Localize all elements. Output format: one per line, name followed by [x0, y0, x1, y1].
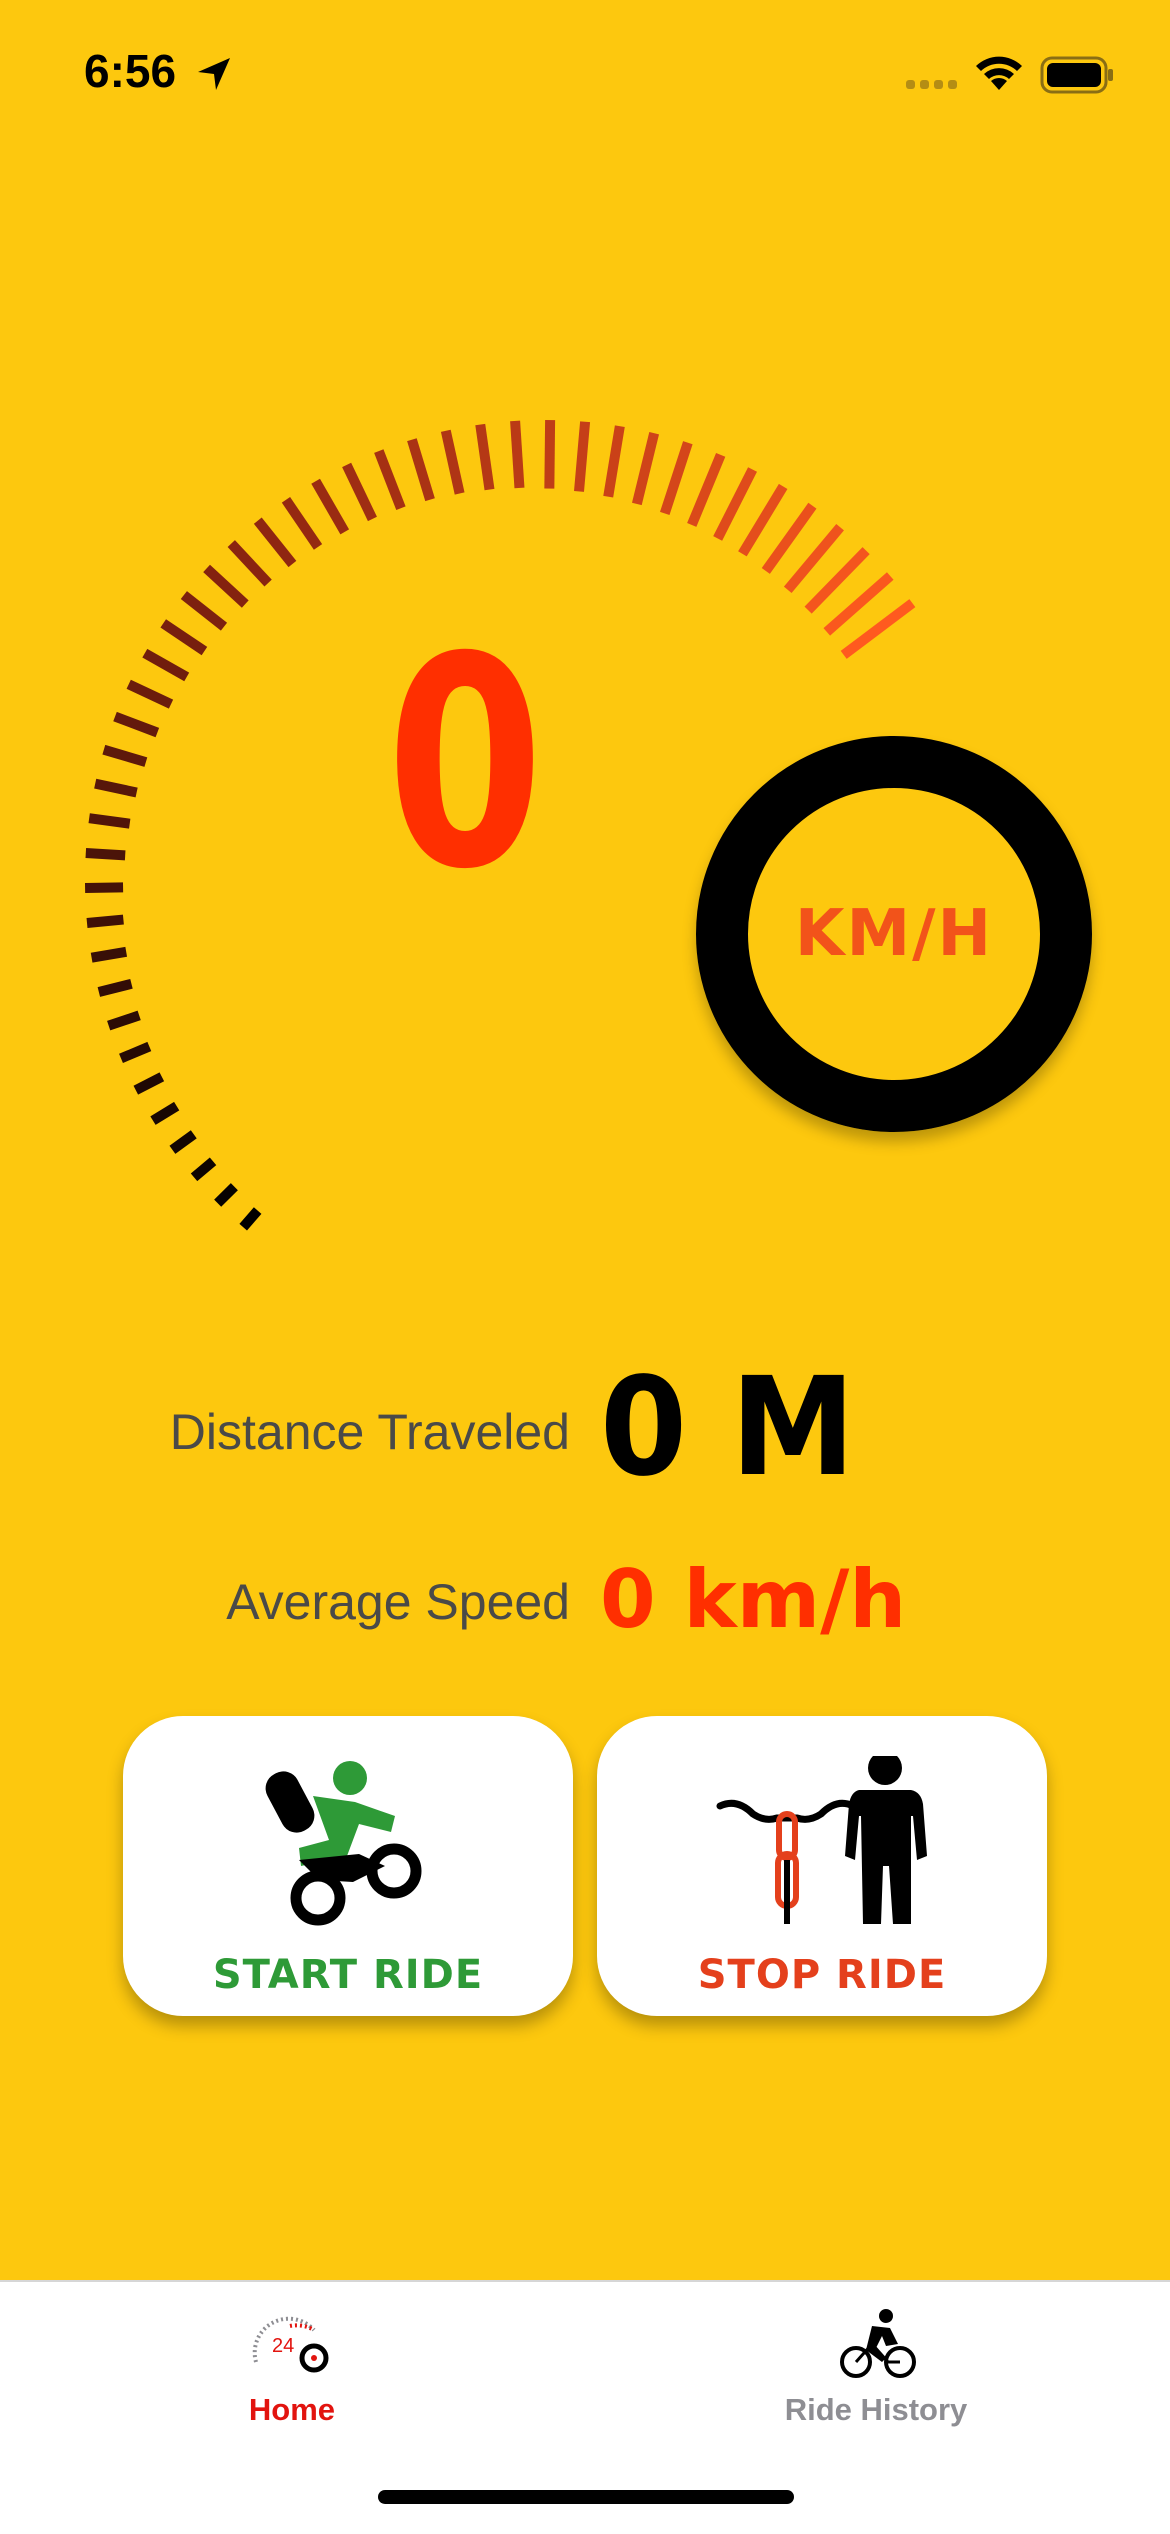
speedometer-tick — [713, 467, 757, 541]
speedometer: 0 KM/H — [0, 0, 1170, 1300]
motorcycle-rider-icon — [265, 1761, 422, 1926]
speedometer-tick — [227, 540, 272, 587]
speedometer-tick — [253, 517, 297, 568]
speedometer-tick — [180, 591, 228, 631]
speedometer-tick — [86, 914, 124, 928]
average-speed-value: 0 km/h — [600, 1553, 907, 1646]
speedometer-tick — [659, 441, 693, 515]
speedometer-tick — [160, 619, 208, 656]
speedometer-tick — [94, 778, 138, 798]
speedometer-tick — [150, 1101, 180, 1125]
speedometer-24-icon: 24 — [252, 2316, 329, 2373]
speedometer-tick — [239, 1207, 262, 1231]
speedometer-tick — [142, 648, 190, 682]
speedometer-tick — [281, 497, 323, 550]
speedometer-tick — [88, 813, 131, 829]
tab-ride-history[interactable]: Ride History — [676, 2282, 1076, 2442]
speedometer-tick — [102, 744, 148, 767]
speedometer-tick — [169, 1130, 197, 1154]
speedometer-tick — [574, 421, 591, 492]
speedometer-tick — [631, 431, 660, 506]
speedometer-tick — [113, 711, 160, 738]
speed-unit-ring: KM/H — [696, 736, 1092, 1132]
stop-ride-button[interactable]: STOP RIDE — [597, 1716, 1047, 2016]
average-speed-label: Average Speed — [226, 1574, 570, 1630]
svg-text:24: 24 — [272, 2335, 294, 2357]
cyclist-icon — [840, 2309, 916, 2378]
speedometer-tick — [203, 564, 249, 608]
stop-ride-label: STOP RIDE — [697, 1952, 947, 1998]
start-ride-label: START RIDE — [212, 1952, 484, 1998]
speedometer-tick — [374, 449, 406, 511]
speedometer-tick — [544, 419, 556, 489]
speedometer-tick — [214, 1183, 238, 1207]
speedometer-tick — [190, 1157, 217, 1182]
speedometer-tick-arc — [84, 419, 916, 1231]
speedometer-tick — [603, 425, 625, 498]
speedometer-tick — [475, 423, 495, 491]
speedometer-tick — [126, 679, 174, 709]
speedometer-tick — [90, 946, 128, 963]
speedometer-tick — [85, 848, 126, 861]
tab-ride-history-label: Ride History — [784, 2392, 968, 2427]
speedometer-tick — [107, 1010, 141, 1031]
current-speed-value: 0 — [386, 596, 544, 933]
start-ride-button[interactable]: START RIDE — [123, 1716, 573, 2016]
speedometer-tick — [510, 420, 525, 489]
tab-home[interactable]: 24 Home — [92, 2282, 492, 2442]
tab-home-label: Home — [248, 2392, 336, 2427]
speedometer-tick — [84, 882, 124, 894]
home-indicator — [378, 2490, 794, 2504]
speedometer-tick — [407, 438, 435, 502]
speedometer-tick — [687, 452, 726, 527]
speedometer-tick — [440, 429, 465, 495]
distance-traveled-label: Distance Traveled — [169, 1404, 570, 1460]
speedometer-tick — [342, 462, 377, 522]
speedometer-tick — [133, 1072, 165, 1095]
speedometer-tick — [738, 483, 788, 557]
speed-unit-label: KM/H — [794, 897, 994, 971]
standing-person-with-bicycle-icon — [716, 1756, 927, 1924]
distance-traveled-value: 0 M — [600, 1349, 856, 1507]
speedometer-tick — [311, 478, 350, 535]
speedometer-tick — [119, 1041, 152, 1064]
speedometer-tick — [97, 978, 133, 997]
